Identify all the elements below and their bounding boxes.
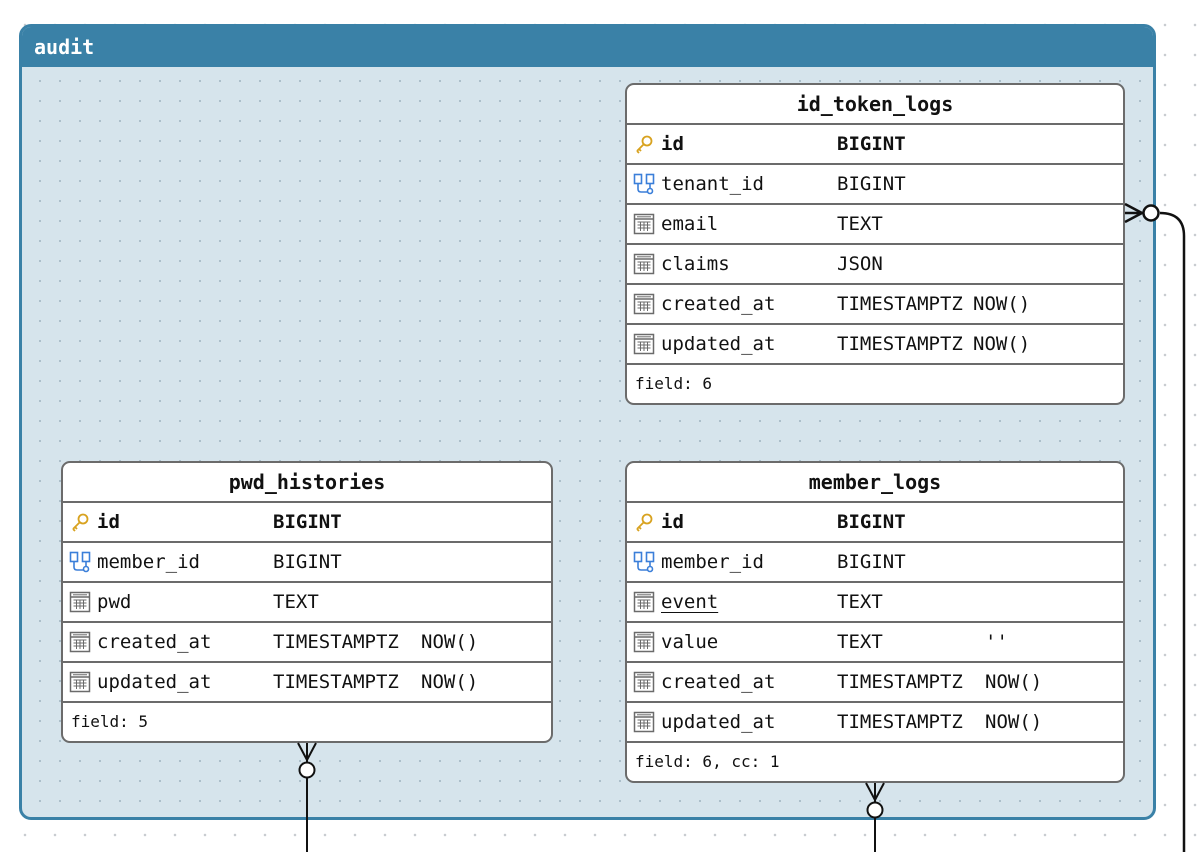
column-type: BIGINT <box>837 133 906 155</box>
column-row-value[interactable]: value TEXT '' <box>627 623 1123 663</box>
column-type: TIMESTAMPTZ <box>837 671 963 693</box>
table-id-token-logs[interactable]: id_token_logs id BIGINT tenant_id BIGINT ema… <box>625 83 1125 405</box>
column-default: NOW() <box>985 711 1043 733</box>
foreign-key-icon <box>627 542 661 582</box>
column-row-id[interactable]: id BIGINT <box>627 503 1123 543</box>
column-icon <box>63 582 97 622</box>
table-footer: field: 5 <box>71 712 149 731</box>
column-icon <box>627 244 661 284</box>
column-name: member_id <box>661 551 764 573</box>
column-default: NOW() <box>973 293 1031 315</box>
primary-key-icon <box>627 124 661 164</box>
column-row-member-id[interactable]: member_id BIGINT <box>627 543 1123 583</box>
column-name: id <box>97 511 120 533</box>
column-type: TIMESTAMPTZ <box>837 333 963 355</box>
primary-key-icon <box>627 502 661 542</box>
column-row-id[interactable]: id BIGINT <box>63 503 551 543</box>
column-icon <box>627 662 661 702</box>
table-title: member_logs <box>627 463 1123 503</box>
schema-group-title: audit <box>22 27 1153 67</box>
column-row-created-at[interactable]: created_at TIMESTAMPTZ NOW() <box>627 285 1123 325</box>
column-name: tenant_id <box>661 173 764 195</box>
column-type: BIGINT <box>273 551 342 573</box>
column-row-event[interactable]: event TEXT <box>627 583 1123 623</box>
table-title: id_token_logs <box>627 85 1123 125</box>
column-type: TEXT <box>273 591 319 613</box>
column-icon <box>627 582 661 622</box>
column-row-member-id[interactable]: member_id BIGINT <box>63 543 551 583</box>
column-name: updated_at <box>97 671 212 693</box>
column-row-updated-at[interactable]: updated_at TIMESTAMPTZ NOW() <box>627 703 1123 743</box>
column-name: updated_at <box>661 333 776 355</box>
column-name: created_at <box>661 671 776 693</box>
column-type: BIGINT <box>837 173 906 195</box>
column-icon <box>627 284 661 324</box>
table-footer: field: 6, cc: 1 <box>635 752 780 771</box>
column-row-updated-at[interactable]: updated_at TIMESTAMPTZ NOW() <box>627 325 1123 365</box>
column-type: JSON <box>837 253 883 275</box>
column-name: value <box>661 631 719 653</box>
column-name: email <box>661 213 719 235</box>
column-type: BIGINT <box>837 551 906 573</box>
column-name: claims <box>661 253 730 275</box>
column-default: NOW() <box>973 333 1031 355</box>
column-default: NOW() <box>421 631 479 653</box>
column-type: TIMESTAMPTZ <box>273 631 399 653</box>
column-default: NOW() <box>421 671 479 693</box>
column-name: created_at <box>97 631 212 653</box>
column-icon <box>627 622 661 662</box>
column-row-created-at[interactable]: created_at TIMESTAMPTZ NOW() <box>63 623 551 663</box>
foreign-key-icon <box>627 164 661 204</box>
column-row-claims[interactable]: claims JSON <box>627 245 1123 285</box>
column-type: TEXT <box>837 213 883 235</box>
column-type: TEXT <box>837 591 883 613</box>
column-name: pwd <box>97 591 132 613</box>
column-icon <box>63 622 97 662</box>
table-footer: field: 6 <box>635 374 713 393</box>
column-type: TIMESTAMPTZ <box>837 293 963 315</box>
column-type: BIGINT <box>273 511 342 533</box>
column-row-email[interactable]: email TEXT <box>627 205 1123 245</box>
table-title: pwd_histories <box>63 463 551 503</box>
column-default: NOW() <box>985 671 1043 693</box>
foreign-key-icon <box>63 542 97 582</box>
column-default: '' <box>985 631 1008 653</box>
column-row-created-at[interactable]: created_at TIMESTAMPTZ NOW() <box>627 663 1123 703</box>
column-icon <box>627 324 661 364</box>
column-row-updated-at[interactable]: updated_at TIMESTAMPTZ NOW() <box>63 663 551 703</box>
column-icon <box>627 204 661 244</box>
table-member-logs[interactable]: member_logs id BIGINT member_id BIGINT event… <box>625 461 1125 783</box>
column-icon <box>627 702 661 742</box>
column-type: BIGINT <box>837 511 906 533</box>
column-name: event <box>661 591 719 613</box>
column-row-tenant-id[interactable]: tenant_id BIGINT <box>627 165 1123 205</box>
column-name: id <box>661 511 684 533</box>
column-type: TIMESTAMPTZ <box>273 671 399 693</box>
table-pwd-histories[interactable]: pwd_histories id BIGINT member_id BIGINT pwd… <box>61 461 553 743</box>
column-row-pwd[interactable]: pwd TEXT <box>63 583 551 623</box>
column-name: member_id <box>97 551 200 573</box>
column-name: id <box>661 133 684 155</box>
column-name: created_at <box>661 293 776 315</box>
column-type: TIMESTAMPTZ <box>837 711 963 733</box>
column-name: updated_at <box>661 711 776 733</box>
column-icon <box>63 662 97 702</box>
primary-key-icon <box>63 502 97 542</box>
column-row-id[interactable]: id BIGINT <box>627 125 1123 165</box>
column-type: TEXT <box>837 631 883 653</box>
